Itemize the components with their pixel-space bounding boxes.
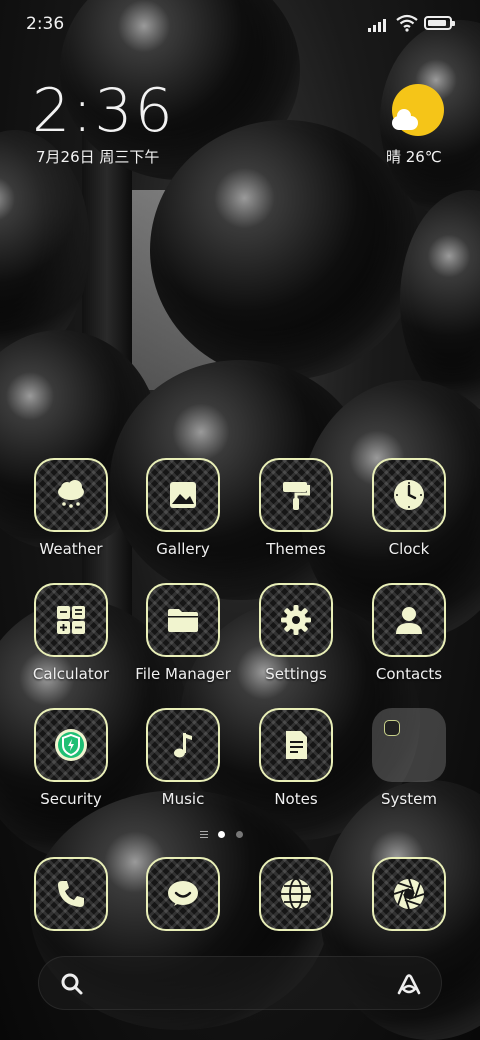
app-file-manager[interactable]: File Manager bbox=[128, 583, 238, 683]
status-bar: 2:36 bbox=[0, 0, 480, 48]
folder-mini-app-icon bbox=[384, 720, 400, 736]
app-themes[interactable]: Themes bbox=[241, 458, 351, 558]
music-note-icon bbox=[146, 708, 220, 782]
app-calculator[interactable]: Calculator bbox=[16, 583, 126, 683]
app-label: Settings bbox=[265, 665, 327, 683]
phone-icon bbox=[34, 857, 108, 931]
app-label: Calculator bbox=[32, 665, 110, 683]
message-icon bbox=[146, 857, 220, 931]
app-notes[interactable]: Notes bbox=[241, 708, 351, 808]
wifi-icon bbox=[396, 14, 418, 32]
dock-phone[interactable] bbox=[16, 857, 126, 931]
page-indicator[interactable] bbox=[0, 830, 480, 840]
wallpaper-sphere bbox=[150, 120, 420, 380]
weather-widget-text: 晴 26℃ bbox=[386, 148, 442, 166]
app-label: System bbox=[381, 790, 437, 808]
app-label: Themes bbox=[266, 540, 326, 558]
clock-icon bbox=[372, 458, 446, 532]
gear-icon bbox=[259, 583, 333, 657]
battery-icon bbox=[424, 16, 455, 30]
search-bar[interactable] bbox=[38, 956, 442, 1010]
assistant-icon[interactable] bbox=[395, 971, 423, 997]
app-label: Music bbox=[161, 790, 205, 808]
app-clock[interactable]: Clock bbox=[354, 458, 464, 558]
weather-icon bbox=[34, 458, 108, 532]
clock-widget-time[interactable]: 2:36 bbox=[32, 76, 175, 146]
app-folder-system[interactable]: System bbox=[354, 708, 464, 808]
app-music[interactable]: Music bbox=[128, 708, 238, 808]
camera-aperture-icon bbox=[372, 857, 446, 931]
app-label: Weather bbox=[39, 540, 103, 558]
app-label: File Manager bbox=[135, 665, 231, 683]
globe-icon bbox=[259, 857, 333, 931]
app-settings[interactable]: Settings bbox=[241, 583, 351, 683]
status-time: 2:36 bbox=[26, 14, 65, 34]
clock-widget-date[interactable]: 7月26日 周三下午 bbox=[36, 146, 159, 167]
folder-icon bbox=[146, 583, 220, 657]
app-label: Security bbox=[40, 790, 102, 808]
app-label: Clock bbox=[388, 540, 430, 558]
app-label: Gallery bbox=[156, 540, 210, 558]
page-dot bbox=[236, 831, 243, 838]
dock-camera[interactable] bbox=[354, 857, 464, 931]
dock-messages[interactable] bbox=[128, 857, 238, 931]
signal-icon bbox=[368, 16, 390, 32]
app-security[interactable]: Security bbox=[16, 708, 126, 808]
gallery-icon bbox=[146, 458, 220, 532]
note-icon bbox=[259, 708, 333, 782]
page-indicator-menu-icon bbox=[200, 831, 208, 838]
person-icon bbox=[372, 583, 446, 657]
app-label: Contacts bbox=[375, 665, 443, 683]
cloud-icon bbox=[392, 109, 418, 130]
app-contacts[interactable]: Contacts bbox=[354, 583, 464, 683]
themes-icon bbox=[259, 458, 333, 532]
page-dot-active bbox=[218, 831, 225, 838]
calculator-icon bbox=[34, 583, 108, 657]
folder-icon bbox=[372, 708, 446, 782]
search-icon[interactable] bbox=[59, 971, 85, 997]
shield-icon bbox=[34, 708, 108, 782]
app-gallery[interactable]: Gallery bbox=[128, 458, 238, 558]
app-weather[interactable]: Weather bbox=[16, 458, 126, 558]
app-label: Notes bbox=[274, 790, 318, 808]
dock-browser[interactable] bbox=[241, 857, 351, 931]
